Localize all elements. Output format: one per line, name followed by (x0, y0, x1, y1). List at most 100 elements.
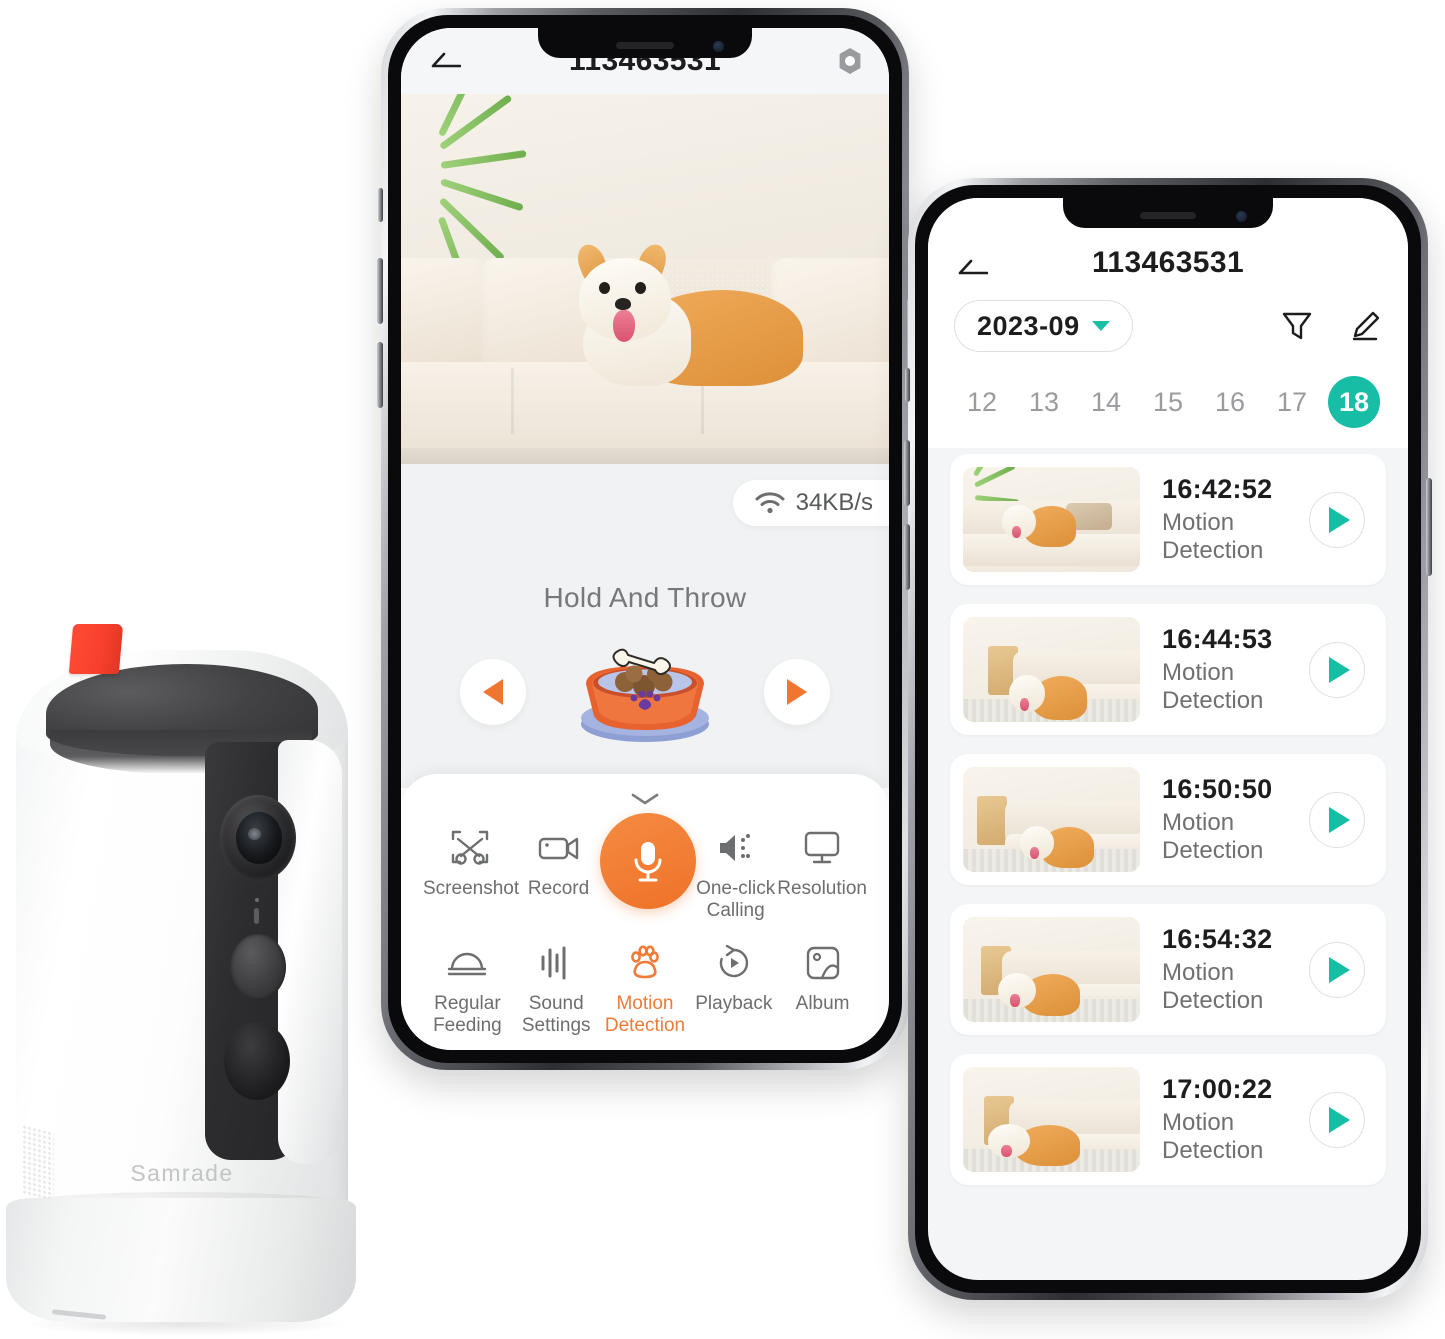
status-led-dot (255, 898, 259, 902)
list-item[interactable]: 16:54:32 Motion Detection (950, 904, 1386, 1035)
filter-icon[interactable] (1280, 309, 1314, 343)
front-camera-icon (1236, 211, 1247, 223)
list-item[interactable]: 16:42:52 Motion Detection (950, 454, 1386, 585)
panel-collapse-handle[interactable] (401, 774, 889, 813)
day-chip[interactable]: 15 (1142, 376, 1194, 428)
volume-down-button[interactable] (377, 342, 383, 408)
mute-switch[interactable] (378, 188, 383, 222)
record-button[interactable]: Record (517, 825, 600, 900)
motion-sensor (224, 1022, 290, 1100)
motion-detection-button[interactable]: Motion Detection (601, 940, 690, 1037)
event-type: Motion Detection (1162, 509, 1264, 564)
play-button[interactable] (1309, 791, 1365, 848)
resolution-label: Resolution (777, 878, 867, 899)
event-time: 17:00:22 (1162, 1074, 1273, 1105)
camcorder-icon (538, 837, 578, 860)
chevron-down-icon (1091, 321, 1110, 331)
earpiece-speaker (616, 41, 674, 49)
throw-left-button[interactable] (460, 659, 526, 725)
control-panel: Screenshot Record One-click Calling Reso… (401, 774, 889, 1050)
back-arrow-icon[interactable] (954, 256, 988, 280)
chevron-down-icon (631, 793, 659, 805)
back-arrow-icon[interactable] (427, 49, 461, 73)
month-value: 2023-09 (977, 310, 1080, 341)
event-type: Motion Detection (1162, 809, 1264, 864)
control-row-primary: Screenshot Record One-click Calling Reso… (401, 813, 889, 922)
control-row-secondary: Regular Feeding Sound Settings Motion De… (401, 922, 889, 1037)
page-title: 113463531 (1091, 246, 1245, 279)
motion-detection-label: Motion Detection (604, 992, 686, 1036)
phone-notch (1063, 198, 1273, 228)
month-selector[interactable]: 2023-09 (954, 300, 1133, 352)
play-button[interactable] (1309, 491, 1365, 548)
phone-bezel: 113463531 34KB/s Hold And Throw Screensh… (388, 15, 902, 1063)
image-icon (806, 946, 839, 979)
gear-icon[interactable] (835, 46, 865, 76)
event-thumbnail (963, 1067, 1140, 1172)
phone-screen-events: 113463531 2023-09 12 13 14 15 16 17 18 1… (928, 198, 1408, 1280)
event-type: Motion Detection (1162, 659, 1264, 714)
red-pull-tab (68, 624, 124, 674)
edit-pencil-icon[interactable] (1348, 309, 1382, 343)
play-icon (1329, 806, 1350, 833)
microphone-icon (634, 842, 662, 882)
product-marketing-scene: Samrade 113463531 34KB/s Hold And Throw … (0, 0, 1445, 1339)
food-bowl-icon[interactable] (570, 636, 720, 748)
list-item[interactable]: 17:00:22 Motion Detection (950, 1054, 1386, 1185)
list-item[interactable]: 16:50:50 Motion Detection (950, 754, 1386, 885)
event-time: 16:54:32 (1162, 924, 1273, 955)
day-selector: 12 13 14 15 16 17 18 (928, 358, 1408, 448)
mute-switch[interactable] (905, 368, 910, 402)
play-button[interactable] (1309, 941, 1365, 998)
earpiece-speaker (1140, 211, 1196, 219)
one-click-calling-button[interactable]: One-click Calling (694, 825, 777, 922)
album-button[interactable]: Album (778, 940, 867, 1015)
arrow-left-icon (483, 679, 503, 705)
play-icon (1329, 656, 1350, 683)
wifi-icon (755, 492, 785, 514)
day-chip-selected[interactable]: 18 (1328, 376, 1380, 428)
regular-feeding-button[interactable]: Regular Feeding (423, 940, 512, 1037)
day-chip[interactable]: 13 (1018, 376, 1070, 428)
front-camera-icon (713, 41, 724, 53)
paw-icon (631, 945, 659, 978)
live-camera-feed[interactable] (401, 94, 889, 464)
screenshot-button[interactable]: Screenshot (423, 825, 519, 900)
day-chip[interactable]: 16 (1204, 376, 1256, 428)
hold-and-throw-section: Hold And Throw (401, 560, 889, 788)
resolution-button[interactable]: Resolution (777, 825, 867, 900)
lens-highlight (248, 828, 261, 840)
food-dome-icon (448, 952, 487, 975)
hold-and-throw-label: Hold And Throw (543, 582, 747, 613)
day-chip[interactable]: 12 (956, 376, 1008, 428)
device-power-button[interactable] (230, 934, 286, 1000)
phone-screen-live: 113463531 34KB/s Hold And Throw Screensh… (401, 28, 889, 1050)
volume-up-button[interactable] (377, 258, 383, 324)
floor-rug (401, 448, 889, 464)
volume-down-button[interactable] (904, 524, 910, 590)
event-time: 16:44:53 (1162, 624, 1273, 655)
monitor-icon (804, 831, 840, 864)
playback-button[interactable]: Playback (689, 940, 778, 1015)
sound-settings-button[interactable]: Sound Settings (512, 940, 601, 1037)
device-base (6, 1198, 356, 1322)
play-button[interactable] (1309, 641, 1365, 698)
device-brand-label: Samrade (130, 1160, 234, 1186)
sofa-cushion (401, 258, 487, 376)
throw-right-button[interactable] (764, 659, 830, 725)
list-item[interactable]: 16:44:53 Motion Detection (950, 604, 1386, 735)
power-button[interactable] (1426, 478, 1432, 576)
talk-microphone-button[interactable] (600, 813, 697, 909)
event-text: 16:50:50 Motion Detection (1140, 774, 1309, 865)
network-speed-value: 34KB/s (795, 489, 873, 516)
arrow-right-icon (787, 679, 807, 705)
microphone-icon-wrap (600, 813, 697, 909)
waveform-icon (541, 946, 566, 980)
day-chip[interactable]: 14 (1080, 376, 1132, 428)
play-button[interactable] (1309, 1091, 1365, 1148)
volume-up-button[interactable] (904, 440, 910, 506)
event-thumbnail (963, 767, 1140, 872)
day-chip[interactable]: 17 (1266, 376, 1318, 428)
dog-corgi (572, 240, 803, 386)
record-label: Record (527, 878, 590, 899)
